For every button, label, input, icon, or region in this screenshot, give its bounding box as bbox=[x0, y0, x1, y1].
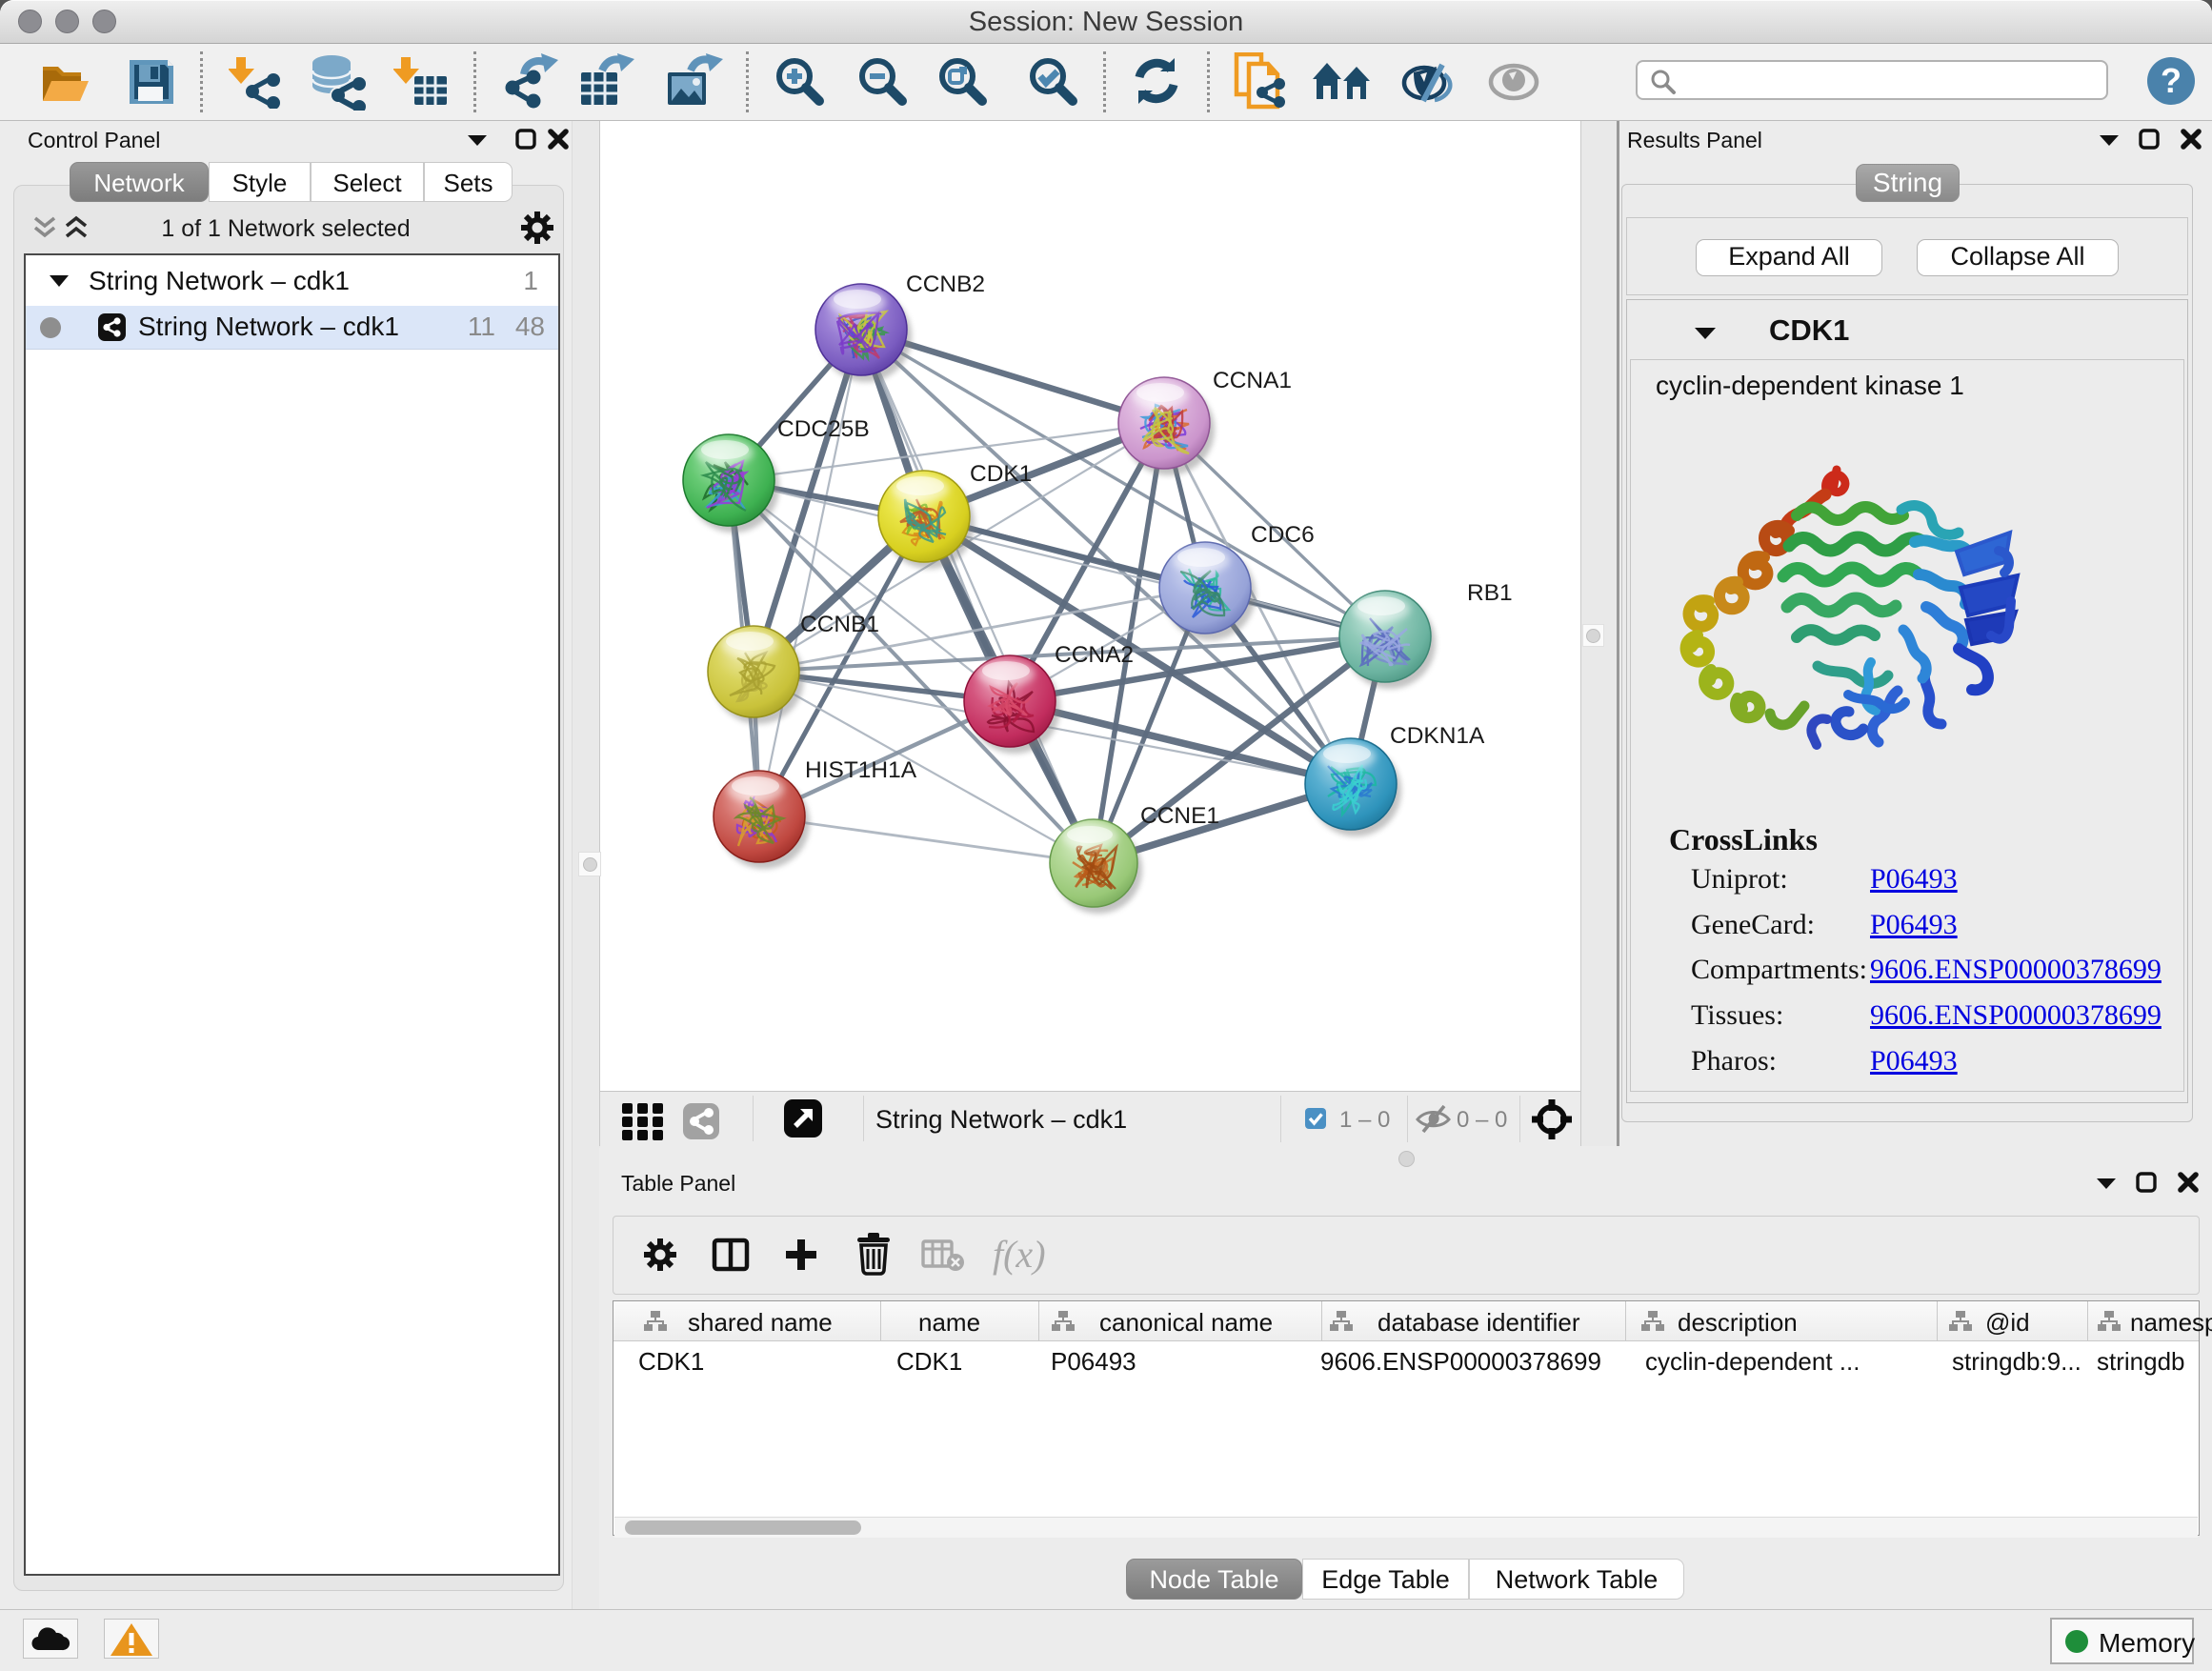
svg-text:CCNB1: CCNB1 bbox=[800, 612, 879, 637]
svg-text:CDC6: CDC6 bbox=[1251, 522, 1315, 548]
svg-text:HIST1H1A: HIST1H1A bbox=[805, 757, 917, 783]
svg-text:CCNA2: CCNA2 bbox=[1055, 642, 1134, 668]
svg-text:CDKN1A: CDKN1A bbox=[1390, 723, 1485, 749]
svg-text:CCNE1: CCNE1 bbox=[1140, 803, 1219, 829]
svg-text:CCNB2: CCNB2 bbox=[906, 272, 985, 297]
svg-text:CCNA1: CCNA1 bbox=[1213, 368, 1292, 393]
svg-text:RB1: RB1 bbox=[1467, 580, 1513, 606]
svg-text:CDC25B: CDC25B bbox=[777, 416, 870, 442]
svg-text:CDK1: CDK1 bbox=[970, 461, 1032, 487]
